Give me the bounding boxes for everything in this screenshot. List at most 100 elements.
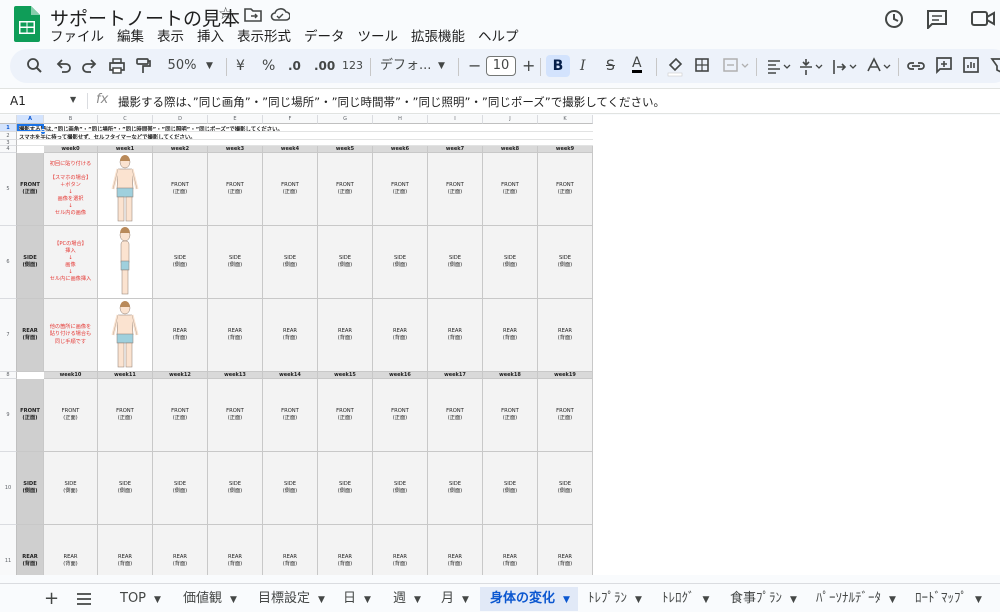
photo-placeholder-cell[interactable]: FRONT (正面) [373, 379, 428, 452]
menu-view[interactable]: 表示 [157, 25, 184, 45]
photo-placeholder-cell[interactable]: SIDE (側面) [428, 452, 483, 525]
instruction-cell[interactable]: 初回に貼り付ける 【スマホの場合】 ＋ボタン ↓ 画像を選択 ↓ セル内の画像 [44, 153, 98, 226]
row-header[interactable]: 1 [0, 124, 17, 132]
menu-insert[interactable]: 挿入 [197, 25, 224, 45]
decrease-decimal-button[interactable]: .0 [288, 55, 301, 77]
tab-roadmap[interactable]: ﾛｰﾄﾞﾏｯﾌﾟ ▼ [915, 587, 982, 611]
photo-placeholder-cell[interactable]: SIDE (側面) [483, 452, 538, 525]
photo-placeholder-cell[interactable]: REAR (背面) [538, 525, 593, 575]
more-formats-button[interactable]: 123 [342, 55, 363, 77]
row-header[interactable]: 11 [0, 525, 17, 575]
row-header[interactable]: 5 [0, 153, 17, 226]
bold-button[interactable]: B [546, 55, 570, 77]
percent-button[interactable]: % [262, 55, 275, 77]
tab-week[interactable]: 週 ▼ [393, 587, 421, 611]
text-rotation-icon[interactable] [866, 55, 894, 77]
photo-placeholder-cell[interactable]: SIDE (側面) [98, 452, 153, 525]
photo-placeholder-cell[interactable]: SIDE (側面) [263, 452, 318, 525]
photo-placeholder-cell[interactable]: FRONT (正面) [373, 153, 428, 226]
font-select[interactable]: デフォ... [380, 55, 440, 77]
photo-placeholder-cell[interactable]: FRONT (正面) [153, 379, 208, 452]
corner-select-all[interactable] [0, 115, 17, 124]
photo-placeholder-cell[interactable]: FRONT (正面) [98, 379, 153, 452]
photo-placeholder-cell[interactable]: REAR (背面) [208, 299, 263, 372]
row-header[interactable]: 7 [0, 299, 17, 372]
photo-placeholder-cell[interactable]: SIDE (側面) [153, 226, 208, 299]
column-header[interactable]: F [263, 115, 318, 124]
photo-placeholder-cell[interactable]: FRONT (正面) [318, 153, 373, 226]
photo-placeholder-cell[interactable]: FRONT (正面) [538, 379, 593, 452]
version-history-icon[interactable] [883, 8, 905, 30]
filter-icon[interactable] [990, 55, 1000, 77]
menu-format[interactable]: 表示形式 [237, 25, 291, 45]
photo-placeholder-cell[interactable]: SIDE (側面) [373, 452, 428, 525]
tab-goals[interactable]: 目標設定 ▼ [258, 587, 325, 611]
horizontal-align-icon[interactable] [766, 55, 794, 77]
photo-placeholder-cell[interactable]: FRONT (正面) [538, 153, 593, 226]
photo-placeholder-cell[interactable]: REAR (背面) [208, 525, 263, 575]
italic-button[interactable]: I [580, 55, 586, 77]
sheets-logo-icon[interactable] [14, 6, 40, 42]
photo-placeholder-cell[interactable]: FRONT (正面) [428, 379, 483, 452]
column-header[interactable]: J [483, 115, 538, 124]
instruction-cell[interactable]: 他の箇所に画像を 貼り付ける場合も 同じ手順です [44, 299, 98, 372]
photo-placeholder-cell[interactable]: REAR (背面) [538, 299, 593, 372]
tab-body-change[interactable]: 身体の変化 ▼ [480, 587, 578, 611]
menu-edit[interactable]: 編集 [117, 25, 144, 45]
tab-day[interactable]: 日 ▼ [343, 587, 371, 611]
row-header[interactable]: 8 [0, 372, 17, 379]
photo-placeholder-cell[interactable]: REAR (背面) [428, 525, 483, 575]
photo-placeholder-cell[interactable]: FRONT (正面) [483, 379, 538, 452]
photo-placeholder-cell[interactable]: SIDE (側面) [44, 452, 98, 525]
text-wrapping-icon[interactable] [832, 55, 860, 77]
tab-values[interactable]: 価値観 ▼ [183, 587, 237, 611]
column-header[interactable]: H [373, 115, 428, 124]
photo-placeholder-cell[interactable]: SIDE (側面) [538, 452, 593, 525]
row-header[interactable]: 9 [0, 379, 17, 452]
tab-top[interactable]: TOP ▼ [120, 587, 161, 611]
currency-button[interactable]: ¥ [236, 55, 245, 77]
column-header[interactable]: B [44, 115, 98, 124]
selection-fill-handle[interactable] [40, 129, 46, 135]
column-header[interactable]: D [153, 115, 208, 124]
paint-format-icon[interactable] [135, 55, 151, 77]
photo-placeholder-cell[interactable]: FRONT (正面) [318, 379, 373, 452]
tab-training-log[interactable]: ﾄﾚﾛｸﾞ ▼ [662, 587, 709, 611]
photo-placeholder-cell[interactable]: FRONT (正面) [483, 153, 538, 226]
photo-placeholder-cell[interactable]: SIDE (側面) [538, 226, 593, 299]
text-color-button[interactable]: A [632, 55, 642, 73]
photo-placeholder-cell[interactable]: FRONT (正面) [428, 153, 483, 226]
column-header[interactable]: I [428, 115, 483, 124]
photo-placeholder-cell[interactable]: FRONT (正面) [44, 379, 98, 452]
photo-placeholder-cell[interactable]: FRONT (正面) [208, 153, 263, 226]
photo-placeholder-cell[interactable]: FRONT (正面) [208, 379, 263, 452]
photo-placeholder-cell[interactable]: SIDE (側面) [208, 226, 263, 299]
photo-placeholder-cell[interactable]: SIDE (側面) [208, 452, 263, 525]
name-box-dropdown-icon[interactable]: ▼ [70, 95, 76, 104]
photo-placeholder-cell[interactable]: REAR (背面) [44, 525, 98, 575]
insert-chart-icon[interactable] [962, 55, 980, 77]
photo-placeholder-cell[interactable]: REAR (背面) [153, 299, 208, 372]
meet-icon[interactable] [970, 9, 1000, 29]
move-folder-icon[interactable] [244, 7, 262, 22]
strikethrough-button[interactable]: S [606, 55, 615, 77]
font-dropdown-icon[interactable]: ▼ [438, 55, 445, 77]
photo-placeholder-cell[interactable]: REAR (背面) [428, 299, 483, 372]
column-header[interactable]: A [17, 115, 44, 124]
photo-placeholder-cell[interactable]: SIDE (側面) [263, 226, 318, 299]
column-header[interactable]: G [318, 115, 373, 124]
column-header[interactable]: K [538, 115, 593, 124]
row-header[interactable]: 10 [0, 452, 17, 525]
menu-extensions[interactable]: 拡張機能 [411, 25, 465, 45]
decrease-font-size-button[interactable]: − [468, 55, 481, 77]
column-header[interactable]: E [208, 115, 263, 124]
photo-placeholder-cell[interactable]: SIDE (側面) [373, 226, 428, 299]
menu-data[interactable]: データ [304, 25, 345, 45]
photo-placeholder-cell[interactable]: REAR (背面) [318, 299, 373, 372]
photo-placeholder-cell[interactable]: REAR (背面) [373, 299, 428, 372]
photo-placeholder-cell[interactable]: REAR (背面) [483, 525, 538, 575]
photo-placeholder-cell[interactable]: FRONT (正面) [263, 379, 318, 452]
photo-placeholder-cell[interactable]: SIDE (側面) [428, 226, 483, 299]
formula-input[interactable]: 撮影する際は、”同じ画角”・”同じ場所”・”同じ時間帯”・”同じ照明”・”同じポ… [118, 94, 665, 110]
photo-placeholder-cell[interactable]: REAR (背面) [98, 525, 153, 575]
